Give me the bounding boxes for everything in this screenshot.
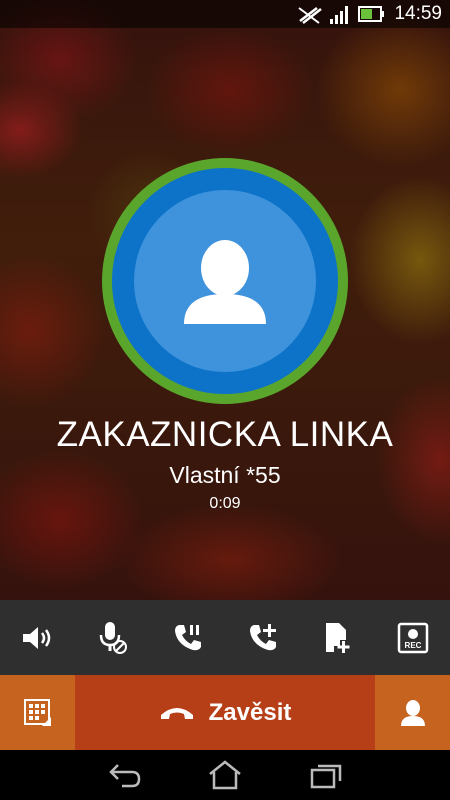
call-action-bar: Zavěsit — [0, 675, 450, 750]
signal-strength-icon — [329, 5, 351, 30]
add-call-button[interactable] — [238, 613, 288, 663]
add-call-icon — [249, 623, 276, 650]
recent-apps-button[interactable] — [306, 758, 346, 792]
speaker-button[interactable] — [13, 613, 63, 663]
status-bar: 14:59 — [0, 0, 450, 28]
dialpad-button[interactable] — [0, 675, 75, 750]
record-button[interactable]: REC — [388, 613, 438, 663]
hangup-icon — [160, 707, 193, 719]
recent-apps-icon — [310, 764, 342, 789]
record-label: REC — [404, 641, 421, 650]
home-button[interactable] — [205, 758, 245, 792]
speaker-icon — [22, 626, 50, 649]
back-button[interactable] — [105, 758, 145, 792]
mute-button[interactable] — [88, 613, 138, 663]
contact-icon — [400, 699, 425, 726]
hangup-button[interactable]: Zavěsit — [75, 675, 375, 750]
hold-button[interactable] — [163, 613, 213, 663]
add-note-icon — [325, 622, 349, 653]
back-icon — [109, 764, 141, 788]
home-icon — [209, 760, 241, 790]
contact-avatar — [102, 158, 348, 404]
navigation-bar — [0, 750, 450, 800]
number-label: Vlastní *55 — [169, 462, 281, 488]
hangup-label: Zavěsit — [208, 698, 292, 726]
call-duration: 0:09 — [209, 495, 241, 512]
mute-mic-icon — [99, 621, 127, 654]
contact-name: ZAKAZNICKA LINKA — [56, 415, 394, 454]
dialpad-icon — [23, 698, 51, 726]
record-icon: REC — [397, 622, 428, 653]
signal-muted-icon — [297, 5, 323, 30]
status-time: 14:59 — [394, 3, 442, 24]
contact-placeholder-icon — [184, 240, 266, 324]
contact-button[interactable] — [375, 675, 450, 750]
in-call-toolbar: REC — [0, 600, 450, 675]
add-note-button[interactable] — [313, 613, 363, 663]
battery-charging-icon — [358, 5, 386, 28]
hold-call-icon — [174, 624, 201, 650]
